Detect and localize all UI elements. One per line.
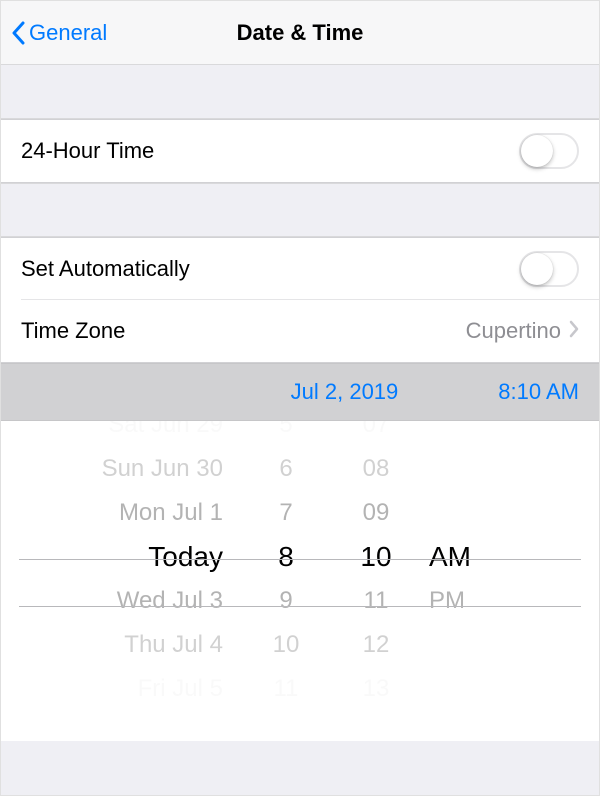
chevron-left-icon <box>11 21 25 45</box>
picker-item: Sat Jun 29 <box>1 421 223 447</box>
picker-item: PM <box>429 579 511 623</box>
picker-column-hour[interactable]: 5 6 7 8 9 10 11 <box>241 421 331 741</box>
picker-item: Mon Jul 1 <box>1 491 223 535</box>
group-24hour: 24-Hour Time <box>1 119 599 183</box>
chevron-right-icon <box>569 318 579 344</box>
row-label: Time Zone <box>21 318 466 344</box>
group-date-time: Set Automatically Time Zone Cupertino <box>1 237 599 363</box>
picker-item: 07 <box>331 421 421 447</box>
settings-screen: General Date & Time 24-Hour Time Set Aut… <box>0 0 600 796</box>
picker-item-selected: 8 <box>241 535 331 579</box>
row-24-hour-time: 24-Hour Time <box>1 120 599 182</box>
picker-column-ampm[interactable]: AM PM <box>421 421 511 741</box>
picker-column-date[interactable]: Sat Jun 29 Sun Jun 30 Mon Jul 1 Today We… <box>1 421 241 741</box>
picker-item-selected: AM <box>429 535 511 579</box>
picker-item: 11 <box>331 579 421 623</box>
toggle-set-automatically[interactable] <box>519 251 579 287</box>
row-set-automatically: Set Automatically <box>1 238 599 300</box>
picker-item: Sun Jun 30 <box>1 447 223 491</box>
picker-item: Wed Jul 3 <box>1 579 223 623</box>
picker-item: 7 <box>241 491 331 535</box>
picker-item: Thu Jul 4 <box>1 623 223 667</box>
picker-item: 13 <box>331 667 421 711</box>
picker-item-selected: Today <box>1 535 223 579</box>
picker-item: 09 <box>331 491 421 535</box>
nav-header: General Date & Time <box>1 1 599 65</box>
toggle-24-hour-time[interactable] <box>519 133 579 169</box>
selected-date: Jul 2, 2019 <box>291 379 399 405</box>
picker-item: 9 <box>241 579 331 623</box>
section-gap <box>1 183 599 237</box>
toggle-knob <box>521 253 553 285</box>
row-selected-datetime[interactable]: Jul 2, 2019 8:10 AM <box>1 363 599 421</box>
picker-item: 11 <box>241 667 331 711</box>
time-zone-value: Cupertino <box>466 318 561 344</box>
picker-column-minute[interactable]: 07 08 09 10 11 12 13 <box>331 421 421 741</box>
picker-item-selected: 10 <box>331 535 421 579</box>
back-button[interactable]: General <box>1 20 107 46</box>
picker-item: 08 <box>331 447 421 491</box>
picker-item: 10 <box>241 623 331 667</box>
toggle-knob <box>521 135 553 167</box>
row-label: 24-Hour Time <box>21 138 519 164</box>
selected-time: 8:10 AM <box>498 379 579 405</box>
row-label: Set Automatically <box>21 256 519 282</box>
picker-item: 12 <box>331 623 421 667</box>
section-gap <box>1 65 599 119</box>
back-label: General <box>29 20 107 46</box>
picker-item: 6 <box>241 447 331 491</box>
row-time-zone[interactable]: Time Zone Cupertino <box>1 300 599 362</box>
datetime-picker[interactable]: Sat Jun 29 Sun Jun 30 Mon Jul 1 Today We… <box>1 421 599 741</box>
picker-item: 5 <box>241 421 331 447</box>
picker-item: Fri Jul 5 <box>1 667 223 711</box>
